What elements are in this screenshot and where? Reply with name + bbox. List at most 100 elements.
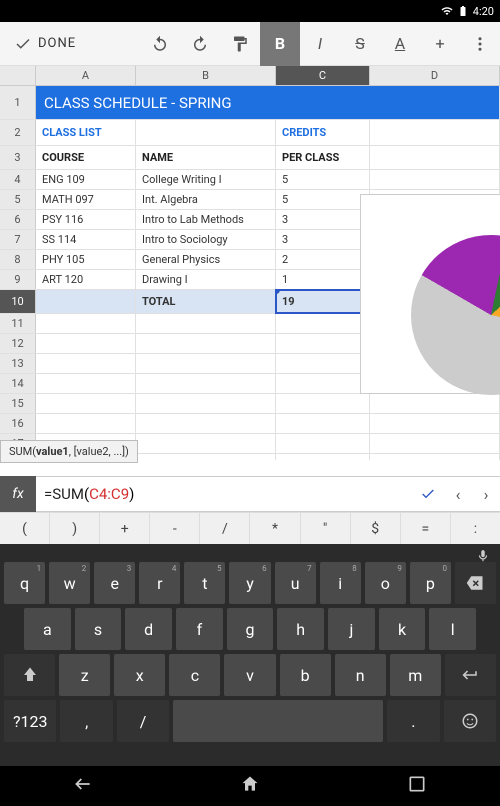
- key-?123[interactable]: ?123: [4, 700, 56, 742]
- cell[interactable]: [36, 314, 136, 333]
- symbol-key[interactable]: =: [401, 513, 451, 544]
- row-header-3[interactable]: 3: [0, 146, 36, 169]
- symbol-key[interactable]: $: [351, 513, 401, 544]
- pie-chart[interactable]: 20% 10% 15: [360, 194, 500, 394]
- symbol-key[interactable]: (: [0, 513, 50, 544]
- row-header-6[interactable]: 6: [0, 210, 36, 229]
- spreadsheet-grid[interactable]: 1 CLASS SCHEDULE - SPRING 2 CLASS LIST C…: [0, 86, 500, 460]
- cell[interactable]: [136, 374, 276, 393]
- enter-key[interactable]: [445, 654, 496, 696]
- key-/[interactable]: /: [117, 700, 169, 742]
- cell[interactable]: [370, 394, 500, 413]
- cell-name[interactable]: Intro to Lab Methods: [136, 210, 276, 229]
- row-header-16[interactable]: 16: [0, 414, 36, 433]
- key-z[interactable]: z: [59, 654, 110, 696]
- cell-credits[interactable]: 5: [276, 190, 370, 209]
- cell[interactable]: [276, 354, 370, 373]
- key-p[interactable]: p0: [410, 562, 451, 604]
- cell[interactable]: [36, 354, 136, 373]
- key-u[interactable]: u7: [275, 562, 316, 604]
- key-x[interactable]: x: [114, 654, 165, 696]
- done-button[interactable]: DONE: [0, 22, 90, 65]
- cell[interactable]: [36, 334, 136, 353]
- row-header-13[interactable]: 13: [0, 354, 36, 373]
- overflow-menu-button[interactable]: [460, 22, 500, 66]
- cell[interactable]: [136, 120, 276, 145]
- header-per-class[interactable]: PER CLASS: [276, 146, 370, 169]
- select-all-corner[interactable]: [0, 66, 36, 85]
- backspace-key[interactable]: [455, 562, 496, 604]
- cell[interactable]: [136, 414, 276, 433]
- row-header-10[interactable]: 10: [0, 290, 36, 313]
- cell[interactable]: [36, 290, 136, 313]
- cell-course[interactable]: ART 120: [36, 270, 136, 289]
- strikethrough-button[interactable]: S: [340, 22, 380, 66]
- total-value-cell[interactable]: 19: [276, 290, 370, 313]
- cell-name[interactable]: Int. Algebra: [136, 190, 276, 209]
- cell[interactable]: [136, 354, 276, 373]
- cell[interactable]: [276, 414, 370, 433]
- symbol-key[interactable]: :: [451, 513, 500, 544]
- key-y[interactable]: y6: [229, 562, 270, 604]
- cell[interactable]: [136, 434, 276, 453]
- back-button[interactable]: [73, 774, 93, 798]
- cell[interactable]: [370, 414, 500, 433]
- key-l[interactable]: l: [429, 608, 476, 650]
- redo-button[interactable]: [180, 22, 220, 66]
- formula-next-button[interactable]: ›: [472, 485, 500, 504]
- key-,[interactable]: ,: [60, 700, 112, 742]
- title-cell[interactable]: CLASS SCHEDULE - SPRING: [36, 86, 500, 119]
- cell[interactable]: [276, 394, 370, 413]
- key-.[interactable]: .: [387, 700, 439, 742]
- symbol-key[interactable]: -: [150, 513, 200, 544]
- formula-input[interactable]: =SUM(C4:C9): [36, 485, 412, 503]
- cell-course[interactable]: ENG 109: [36, 170, 136, 189]
- cell[interactable]: [36, 374, 136, 393]
- cell[interactable]: [370, 146, 500, 169]
- paint-format-button[interactable]: [220, 22, 260, 66]
- fx-button[interactable]: fx: [0, 476, 36, 512]
- row-header-4[interactable]: 4: [0, 170, 36, 189]
- cell-credits[interactable]: 5: [276, 170, 370, 189]
- row-header-2[interactable]: 2: [0, 120, 36, 145]
- section-class-list[interactable]: CLASS LIST: [36, 120, 136, 145]
- symbol-key[interactable]: ): [50, 513, 100, 544]
- key-j[interactable]: j: [328, 608, 375, 650]
- cell-course[interactable]: PHY 105: [36, 250, 136, 269]
- cell-course[interactable]: SS 114: [36, 230, 136, 249]
- cell-credits[interactable]: 3: [276, 230, 370, 249]
- formula-accept-button[interactable]: [412, 486, 444, 502]
- section-credits[interactable]: CREDITS: [276, 120, 370, 145]
- cell[interactable]: [370, 454, 500, 460]
- row-header-9[interactable]: 9: [0, 270, 36, 289]
- cell[interactable]: [36, 394, 136, 413]
- cell-course[interactable]: PSY 116: [36, 210, 136, 229]
- row-header-1[interactable]: 1: [0, 86, 36, 119]
- row-header-11[interactable]: 11: [0, 314, 36, 333]
- key-k[interactable]: k: [379, 608, 426, 650]
- key-h[interactable]: h: [277, 608, 324, 650]
- insert-button[interactable]: +: [420, 22, 460, 66]
- col-header-B[interactable]: B: [136, 66, 276, 85]
- cell[interactable]: [370, 170, 500, 189]
- key-q[interactable]: q1: [4, 562, 45, 604]
- cell[interactable]: [136, 314, 276, 333]
- symbol-key[interactable]: *: [250, 513, 300, 544]
- key-t[interactable]: t5: [184, 562, 225, 604]
- cell[interactable]: [276, 334, 370, 353]
- col-header-A[interactable]: A: [36, 66, 136, 85]
- header-course[interactable]: COURSE: [36, 146, 136, 169]
- total-label[interactable]: TOTAL: [136, 290, 276, 313]
- key-n[interactable]: n: [335, 654, 386, 696]
- bold-button[interactable]: B: [260, 22, 300, 66]
- row-header-8[interactable]: 8: [0, 250, 36, 269]
- cell[interactable]: [136, 454, 276, 460]
- italic-button[interactable]: I: [300, 22, 340, 66]
- recents-button[interactable]: [407, 774, 427, 798]
- cell[interactable]: [276, 454, 370, 460]
- key-i[interactable]: i8: [320, 562, 361, 604]
- key-f[interactable]: f: [176, 608, 223, 650]
- undo-button[interactable]: [140, 22, 180, 66]
- symbol-key[interactable]: +: [100, 513, 150, 544]
- row-header-5[interactable]: 5: [0, 190, 36, 209]
